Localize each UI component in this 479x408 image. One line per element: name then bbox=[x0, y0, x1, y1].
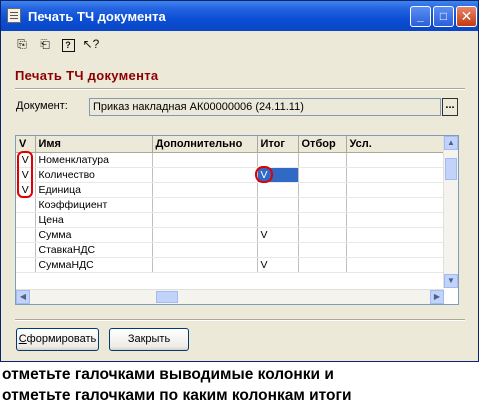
context-help-icon[interactable]: ↖? bbox=[82, 36, 100, 53]
toolbar: ⎘ ⎗ ? ↖? bbox=[1, 31, 478, 57]
table-row[interactable]: Коэффициент bbox=[16, 197, 444, 213]
table-header: V Имя Дополнительно Итог Отбор Усл. bbox=[16, 136, 444, 153]
annotation-mark-output bbox=[17, 151, 33, 198]
help-icon[interactable]: ? bbox=[59, 36, 77, 53]
extra-cell[interactable] bbox=[152, 227, 258, 243]
extra-cell[interactable] bbox=[152, 212, 258, 228]
divider bbox=[15, 88, 465, 90]
total-checkbox[interactable] bbox=[257, 242, 299, 258]
title-bar[interactable]: Печать ТЧ документа _ □ ✕ bbox=[1, 1, 478, 31]
output-checkbox[interactable] bbox=[16, 257, 36, 273]
document-select-button[interactable]: ... bbox=[442, 98, 458, 116]
total-checkbox[interactable] bbox=[257, 182, 299, 198]
filter-cell[interactable] bbox=[298, 197, 347, 213]
col-header-itog[interactable]: Итог bbox=[257, 136, 299, 153]
columns-table: V Имя Дополнительно Итог Отбор Усл. V Но… bbox=[16, 136, 444, 273]
document-label: Документ: bbox=[16, 100, 68, 112]
close-icon[interactable]: ✕ bbox=[456, 6, 477, 27]
table-row[interactable]: V Номенклатура bbox=[16, 152, 444, 168]
condition-cell[interactable] bbox=[346, 167, 444, 183]
extra-cell[interactable] bbox=[152, 182, 258, 198]
window-title: Печать ТЧ документа bbox=[28, 9, 166, 24]
filter-cell[interactable] bbox=[298, 212, 347, 228]
vertical-scroll-thumb[interactable] bbox=[445, 158, 457, 180]
scroll-right-icon[interactable]: ▶ bbox=[430, 290, 444, 304]
total-checkbox[interactable]: V bbox=[257, 227, 299, 243]
col-header-usl[interactable]: Усл. bbox=[346, 136, 444, 153]
column-name: Номенклатура bbox=[35, 152, 153, 168]
scroll-down-icon[interactable]: ▼ bbox=[444, 274, 458, 288]
caption-line-2: отметьте галочками по каким колонкам ито… bbox=[2, 387, 352, 404]
table-row[interactable]: V Единица bbox=[16, 182, 444, 198]
output-checkbox[interactable] bbox=[16, 197, 36, 213]
condition-cell[interactable] bbox=[346, 182, 444, 198]
table-row[interactable]: V Количество V bbox=[16, 167, 444, 183]
condition-cell[interactable] bbox=[346, 227, 444, 243]
extra-cell[interactable] bbox=[152, 257, 258, 273]
document-icon bbox=[7, 8, 21, 23]
col-header-otbor[interactable]: Отбор bbox=[298, 136, 347, 153]
output-checkbox[interactable] bbox=[16, 212, 36, 228]
extra-cell[interactable] bbox=[152, 167, 258, 183]
extra-cell[interactable] bbox=[152, 152, 258, 168]
caption-line-1: отметьте галочками выводимые колонки и bbox=[2, 366, 334, 383]
total-checkbox[interactable] bbox=[257, 197, 299, 213]
maximize-icon[interactable]: □ bbox=[433, 6, 454, 27]
save-settings-icon[interactable]: ⎘ bbox=[13, 36, 31, 53]
filter-cell[interactable] bbox=[298, 167, 347, 183]
filter-cell[interactable] bbox=[298, 182, 347, 198]
form-report-button[interactable]: Сформировать bbox=[16, 328, 99, 351]
divider bbox=[15, 319, 465, 321]
form-button-hotkey: С bbox=[18, 333, 27, 345]
column-name: Количество bbox=[35, 167, 153, 183]
total-checkbox[interactable]: V bbox=[257, 257, 299, 273]
document-field[interactable]: Приказ накладная АК00000006 (24.11.11) bbox=[89, 98, 441, 116]
extra-cell[interactable] bbox=[152, 197, 258, 213]
filter-cell[interactable] bbox=[298, 242, 347, 258]
form-button-label: формировать bbox=[26, 333, 97, 345]
col-header-extra[interactable]: Дополнительно bbox=[152, 136, 258, 153]
column-name: Цена bbox=[35, 212, 153, 228]
horizontal-scrollbar[interactable]: ◀ ▶ bbox=[16, 289, 444, 304]
table-row[interactable]: Сумма V bbox=[16, 227, 444, 243]
condition-cell[interactable] bbox=[346, 242, 444, 258]
columns-grid[interactable]: V Имя Дополнительно Итог Отбор Усл. V Но… bbox=[15, 135, 459, 305]
close-button[interactable]: Закрыть bbox=[109, 328, 189, 351]
vertical-scrollbar[interactable]: ▲ ▼ bbox=[443, 136, 458, 288]
condition-cell[interactable] bbox=[346, 197, 444, 213]
condition-cell[interactable] bbox=[346, 152, 444, 168]
column-name: Сумма bbox=[35, 227, 153, 243]
table-row[interactable]: СуммаНДС V bbox=[16, 257, 444, 273]
form-title: Печать ТЧ документа bbox=[15, 68, 159, 83]
minimize-icon[interactable]: _ bbox=[410, 6, 431, 27]
horizontal-scroll-thumb[interactable] bbox=[156, 291, 178, 303]
condition-cell[interactable] bbox=[346, 212, 444, 228]
column-name: Коэффициент bbox=[35, 197, 153, 213]
table-row[interactable]: Цена bbox=[16, 212, 444, 228]
column-name: Единица bbox=[35, 182, 153, 198]
filter-cell[interactable] bbox=[298, 227, 347, 243]
column-name: СтавкаНДС bbox=[35, 242, 153, 258]
output-checkbox[interactable] bbox=[16, 227, 36, 243]
total-checkbox[interactable] bbox=[257, 212, 299, 228]
scroll-up-icon[interactable]: ▲ bbox=[444, 136, 458, 150]
col-header-name[interactable]: Имя bbox=[35, 136, 153, 153]
output-checkbox[interactable] bbox=[16, 242, 36, 258]
extra-cell[interactable] bbox=[152, 242, 258, 258]
filter-cell[interactable] bbox=[298, 257, 347, 273]
condition-cell[interactable] bbox=[346, 257, 444, 273]
column-name: СуммаНДС bbox=[35, 257, 153, 273]
table-row[interactable]: СтавкаНДС bbox=[16, 242, 444, 258]
print-dialog-window: Печать ТЧ документа _ □ ✕ ⎘ ⎗ ? ↖? Печат… bbox=[0, 0, 479, 362]
restore-settings-icon[interactable]: ⎗ bbox=[36, 36, 54, 53]
annotation-mark-total bbox=[255, 166, 273, 183]
scroll-left-icon[interactable]: ◀ bbox=[16, 290, 30, 304]
filter-cell[interactable] bbox=[298, 152, 347, 168]
